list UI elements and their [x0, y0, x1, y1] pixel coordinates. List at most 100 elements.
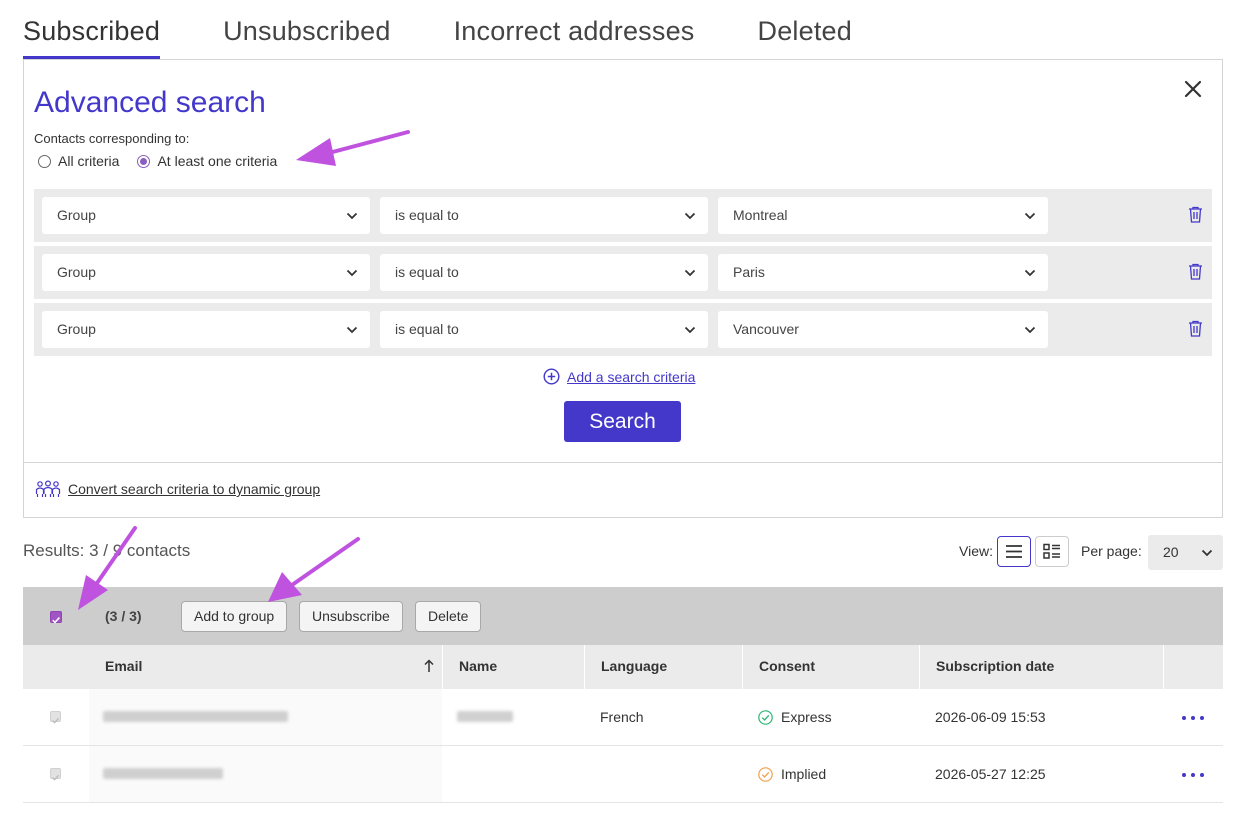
- unsubscribe-button[interactable]: Unsubscribe: [299, 601, 403, 632]
- column-header-subscription-date[interactable]: Subscription date: [919, 645, 1163, 689]
- chevron-down-icon: [1024, 269, 1036, 277]
- chevron-down-icon: [684, 212, 696, 220]
- bulk-action-bar: (3 / 3) Add to group Unsubscribe Delete: [23, 587, 1223, 645]
- radio-all-criteria-label: All criteria: [58, 153, 120, 169]
- trash-icon[interactable]: [1188, 206, 1203, 223]
- column-header-actions: [1163, 645, 1223, 689]
- view-label: View:: [959, 543, 993, 559]
- row-checkbox[interactable]: [50, 711, 61, 724]
- redacted-email: [103, 768, 223, 779]
- select-value: is equal to: [395, 264, 459, 280]
- radio-dot: [137, 154, 151, 168]
- trash-icon[interactable]: [1188, 263, 1203, 280]
- select-value: Group: [57, 207, 96, 223]
- checkmark-icon: [52, 617, 60, 624]
- redacted-name: [457, 711, 513, 722]
- per-page-value: 20: [1163, 544, 1179, 560]
- per-page-select[interactable]: 20: [1148, 535, 1223, 570]
- delete-button[interactable]: Delete: [415, 601, 482, 632]
- tab-subscribed[interactable]: Subscribed: [23, 0, 161, 59]
- list-view-button[interactable]: [997, 536, 1031, 567]
- chevron-down-icon: [346, 269, 358, 277]
- criteria-operator-select[interactable]: is equal to: [380, 197, 708, 234]
- column-header-consent[interactable]: Consent: [742, 645, 919, 689]
- select-value: Vancouver: [733, 321, 799, 337]
- results-count: Results: 3 / 9 contacts: [23, 541, 191, 560]
- group-people-icon: [35, 480, 61, 497]
- match-mode-group: All criteria At least one criteria: [38, 153, 295, 169]
- table-row[interactable]: French Express 2026-06-09 15:53: [23, 689, 1223, 746]
- checkmark-icon: [52, 774, 60, 781]
- criteria-operator-select[interactable]: is equal to: [380, 311, 708, 348]
- table-row[interactable]: Implied 2026-05-27 12:25: [23, 746, 1223, 803]
- select-value: Paris: [733, 264, 765, 280]
- criteria-row: Group is equal to Vancouver: [34, 303, 1212, 356]
- more-actions-icon[interactable]: [1181, 715, 1205, 721]
- plus-circle-icon: [543, 368, 560, 385]
- select-value: Group: [57, 264, 96, 280]
- radio-all-criteria[interactable]: All criteria: [38, 153, 119, 169]
- check-circle-icon: [758, 709, 773, 725]
- consent-cell: Implied: [758, 746, 826, 802]
- tab-unsubscribed[interactable]: Unsubscribed: [223, 0, 391, 59]
- trash-icon[interactable]: [1188, 320, 1203, 337]
- column-header-language[interactable]: Language: [584, 645, 742, 689]
- tab-deleted[interactable]: Deleted: [758, 0, 852, 59]
- grid-view-button[interactable]: [1035, 536, 1069, 567]
- column-header-email[interactable]: Email: [89, 645, 442, 689]
- select-value: Group: [57, 321, 96, 337]
- select-all-checkbox[interactable]: [50, 611, 62, 624]
- language-cell: French: [600, 709, 644, 725]
- more-actions-icon[interactable]: [1181, 772, 1205, 778]
- consent-label: Implied: [781, 766, 827, 782]
- criteria-value-select[interactable]: Vancouver: [718, 311, 1048, 348]
- criteria-row: Group is equal to Montreal: [34, 189, 1212, 242]
- chevron-down-icon: [684, 326, 696, 334]
- add-search-criteria-link[interactable]: Add a search criteria: [543, 368, 695, 385]
- chevron-down-icon: [684, 269, 696, 277]
- criteria-field-select[interactable]: Group: [42, 197, 370, 234]
- contact-status-tabs: Subscribed Unsubscribed Incorrect addres…: [23, 0, 915, 60]
- radio-at-least-one-criteria[interactable]: At least one criteria: [137, 153, 277, 169]
- select-value: is equal to: [395, 207, 459, 223]
- chevron-down-icon: [346, 326, 358, 334]
- criteria-operator-select[interactable]: is equal to: [380, 254, 708, 291]
- radio-dot: [38, 154, 51, 168]
- sort-ascending-icon[interactable]: [424, 659, 434, 673]
- chevron-down-icon: [346, 212, 358, 220]
- panel-title: Advanced search: [34, 86, 266, 119]
- row-checkbox[interactable]: [50, 768, 61, 781]
- grid-icon: [1043, 543, 1060, 559]
- tab-incorrect-addresses[interactable]: Incorrect addresses: [454, 0, 695, 59]
- add-search-criteria-label: Add a search criteria: [567, 368, 696, 385]
- search-button[interactable]: Search: [564, 401, 681, 442]
- select-value: Montreal: [733, 207, 788, 223]
- subscription-date-cell: 2026-05-27 12:25: [935, 766, 1046, 782]
- criteria-value-select[interactable]: Paris: [718, 254, 1048, 291]
- consent-cell: Express: [758, 689, 832, 745]
- criteria-row: Group is equal to Paris: [34, 246, 1212, 299]
- table-header: Email Name Language Consent Subscription…: [23, 645, 1223, 689]
- chevron-down-icon: [1024, 326, 1036, 334]
- match-mode-label: Contacts corresponding to:: [34, 131, 190, 146]
- criteria-field-select[interactable]: Group: [42, 311, 370, 348]
- chevron-down-icon: [1201, 549, 1213, 557]
- radio-at-least-one-label: At least one criteria: [157, 153, 278, 169]
- add-to-group-button[interactable]: Add to group: [181, 601, 288, 632]
- criteria-field-select[interactable]: Group: [42, 254, 370, 291]
- checkmark-icon: [52, 717, 60, 724]
- advanced-search-panel: Advanced search Contacts corresponding t…: [23, 59, 1223, 518]
- redacted-email: [103, 711, 288, 722]
- convert-label: Convert search criteria to dynamic group: [68, 481, 321, 497]
- column-header-email-label: Email: [105, 658, 143, 674]
- per-page-label: Per page:: [1081, 543, 1142, 559]
- divider: [24, 462, 1222, 463]
- criteria-value-select[interactable]: Montreal: [718, 197, 1048, 234]
- convert-to-dynamic-group-link[interactable]: Convert search criteria to dynamic group: [35, 480, 320, 498]
- selected-count: (3 / 3): [105, 608, 142, 624]
- check-circle-icon: [758, 766, 773, 782]
- column-header-name[interactable]: Name: [442, 645, 584, 689]
- close-icon[interactable]: [1182, 78, 1204, 100]
- consent-label: Express: [781, 709, 832, 725]
- select-value: is equal to: [395, 321, 459, 337]
